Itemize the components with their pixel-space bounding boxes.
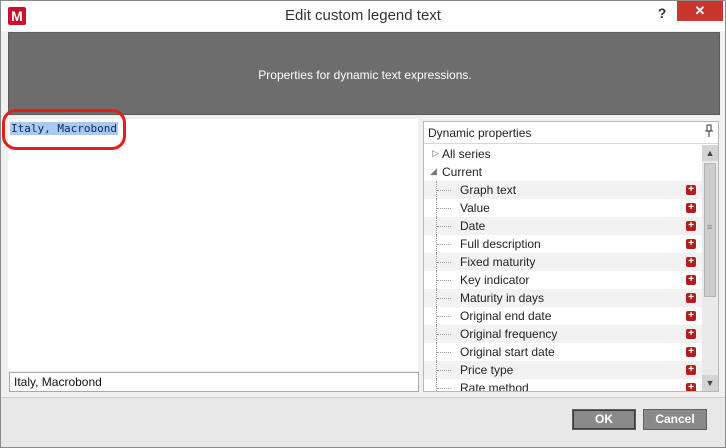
tree-connector xyxy=(436,361,452,379)
tree-connector xyxy=(436,289,452,307)
plus-icon[interactable]: + xyxy=(686,365,696,375)
grip-icon: ≡ xyxy=(707,222,713,232)
plus-icon[interactable]: + xyxy=(686,383,696,391)
panel-header: Dynamic properties xyxy=(424,122,718,144)
plus-icon[interactable]: + xyxy=(686,275,696,285)
tree-connector xyxy=(436,379,452,391)
property-item-label: Graph text xyxy=(460,183,517,197)
property-item-label: Key indicator xyxy=(460,273,530,287)
plus-icon[interactable]: + xyxy=(686,293,696,303)
property-item-label: Original end date xyxy=(460,309,552,323)
property-item[interactable]: Rate method + xyxy=(424,379,702,391)
dialog-window: M Edit custom legend text ? ✕ Properties… xyxy=(0,0,726,448)
expanded-arrow-icon[interactable]: ◢ xyxy=(430,166,437,177)
scroll-thumb[interactable]: ≡ xyxy=(704,163,716,297)
tree-connector xyxy=(436,325,452,343)
tree-connector xyxy=(436,235,452,253)
property-item-label: Full description xyxy=(460,237,541,251)
property-item[interactable]: Date + xyxy=(424,217,702,235)
legend-text-editor[interactable]: Italy, Macrobond xyxy=(8,119,418,371)
dynamic-properties-panel: Dynamic properties ▷ All series ◢ Curren… xyxy=(423,121,719,392)
tree-connector xyxy=(436,271,452,289)
dialog-footer: OK Cancel xyxy=(1,397,725,447)
property-item[interactable]: Original frequency + xyxy=(424,325,702,343)
property-item[interactable]: Fixed maturity + xyxy=(424,253,702,271)
property-item-label: Maturity in days xyxy=(460,291,545,305)
tree-group-all-series[interactable]: ▷ All series xyxy=(424,145,702,163)
property-item-label: Fixed maturity xyxy=(460,255,536,269)
property-item-label: Original start date xyxy=(460,345,555,359)
annotation-ellipse xyxy=(2,109,126,150)
tree-connector xyxy=(436,181,452,199)
property-item-label: Rate method xyxy=(460,381,529,391)
plus-icon[interactable]: + xyxy=(686,221,696,231)
property-item[interactable]: Key indicator + xyxy=(424,271,702,289)
properties-tree: ▷ All series ◢ Current Graph text + Value +… xyxy=(424,145,702,391)
info-banner: Properties for dynamic text expressions. xyxy=(8,32,720,115)
group-label: All series xyxy=(442,147,491,161)
collapsed-arrow-icon[interactable]: ▷ xyxy=(432,148,439,159)
plus-icon[interactable]: + xyxy=(686,311,696,321)
plus-icon[interactable]: + xyxy=(686,347,696,357)
property-item[interactable]: Full description + xyxy=(424,235,702,253)
tree-connector xyxy=(436,253,452,271)
plus-icon[interactable]: + xyxy=(686,257,696,267)
plus-icon[interactable]: + xyxy=(686,185,696,195)
legend-preview-field: Italy, Macrobond xyxy=(9,372,419,392)
group-label: Current xyxy=(442,165,483,179)
property-item[interactable]: Original end date + xyxy=(424,307,702,325)
tree-connector xyxy=(436,199,452,217)
vertical-scrollbar[interactable]: ▲ ≡ ▼ xyxy=(702,145,718,391)
scroll-down-arrow-icon[interactable]: ▼ xyxy=(702,375,718,391)
tree-group-current[interactable]: ◢ Current xyxy=(424,163,702,181)
property-item-label: Value xyxy=(460,201,490,215)
property-item-label: Original frequency xyxy=(460,327,558,341)
scroll-up-arrow-icon[interactable]: ▲ xyxy=(702,145,718,161)
tree-connector xyxy=(436,343,452,361)
banner-text: Properties for dynamic text expressions. xyxy=(258,68,472,82)
property-item[interactable]: Graph text + xyxy=(424,181,702,199)
property-item-label: Price type xyxy=(460,363,514,377)
title-bar: M Edit custom legend text ? ✕ xyxy=(1,1,725,31)
property-item-label: Date xyxy=(460,219,486,233)
dialog-title: Edit custom legend text xyxy=(285,7,441,24)
ok-button[interactable]: OK xyxy=(572,409,636,430)
plus-icon[interactable]: + xyxy=(686,203,696,213)
help-button[interactable]: ? xyxy=(655,5,669,23)
property-item[interactable]: Value + xyxy=(424,199,702,217)
panel-title: Dynamic properties xyxy=(428,126,532,140)
plus-icon[interactable]: + xyxy=(686,239,696,249)
pin-icon[interactable] xyxy=(704,124,714,141)
property-item[interactable]: Price type + xyxy=(424,361,702,379)
tree-connector xyxy=(436,307,452,325)
property-item[interactable]: Original start date + xyxy=(424,343,702,361)
cancel-button[interactable]: Cancel xyxy=(643,409,707,430)
tree-connector xyxy=(436,217,452,235)
property-item[interactable]: Maturity in days + xyxy=(424,289,702,307)
close-button[interactable]: ✕ xyxy=(677,1,723,21)
plus-icon[interactable]: + xyxy=(686,329,696,339)
